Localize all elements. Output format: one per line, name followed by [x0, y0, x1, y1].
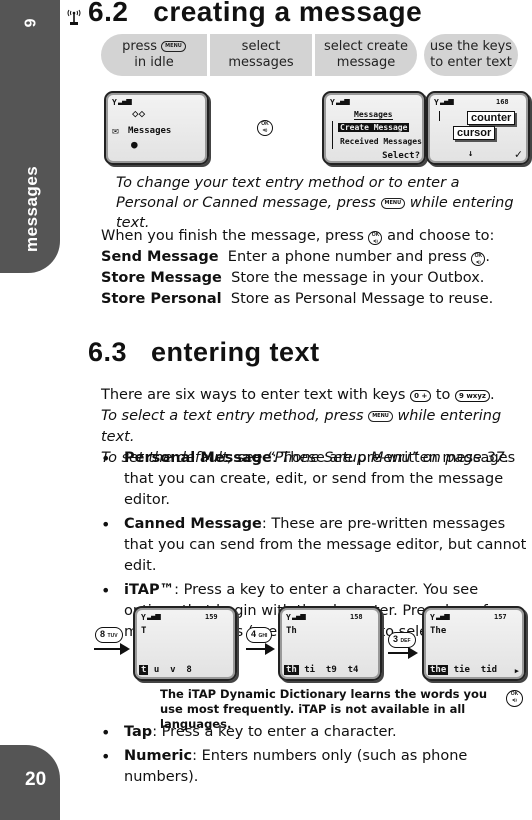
arrow-icon [246, 643, 275, 655]
option-store-message: Store Message Store the message in your … [101, 270, 485, 286]
list-item-tap: Tap: Press a key to enter a character. [101, 722, 532, 743]
phone-screen-messages-menu: Y Messages Create Message Received Messa… [322, 91, 426, 165]
arrow-icon [388, 647, 418, 659]
chapter-number: 6 [20, 18, 38, 28]
typed-text: The [430, 626, 447, 636]
section-heading-creating-message: 6.2 creating a message [88, 0, 423, 27]
phone-screen-main-menu: Y ◇◇ ✉ Messages ● [104, 91, 209, 165]
step-select-create-message: select create message [315, 34, 417, 76]
menu-key-icon: MENU [368, 411, 393, 422]
ok-key-icon: OK◂)) [471, 252, 486, 266]
creating-message-caption: To change your text entry method or to e… [116, 175, 514, 231]
menu-item-create-message: Create Message [338, 123, 410, 132]
step-text: select create [323, 39, 409, 54]
signal-icon: Y [430, 613, 450, 622]
menu-label-messages: Messages [128, 126, 172, 136]
envelope-icon: ✉ [112, 124, 119, 137]
finish-intro: When you finish the message, press OK ◂))… [101, 228, 495, 245]
callout-cursor: cursor [453, 126, 496, 140]
step-text: in idle [134, 55, 174, 70]
section-heading-entering-text: 6.3 entering text [88, 337, 320, 367]
key-8-icon: 8 TUV [95, 627, 123, 643]
phone-screen-itap-1: Y 159 T t u v 8 [133, 606, 237, 681]
page-number: 20 [25, 769, 47, 790]
step-text: use the keys [429, 39, 513, 54]
step-select-messages: select messages [210, 34, 312, 76]
key-3-icon: 3 DEF [388, 632, 416, 648]
step-enter-text: use the keys to enter text [424, 34, 518, 76]
char-counter: 158 [350, 613, 363, 621]
step-text: press [122, 39, 158, 54]
chapter-label: messages [22, 165, 41, 252]
menu-key-icon: MENU [161, 41, 186, 52]
finish-options: When you finish the message, press OK ◂))… [101, 226, 531, 310]
list-item-numeric: Numeric: Enters numbers only (such as ph… [101, 746, 532, 788]
phonebook-icon: ◇◇ [132, 107, 146, 120]
ok-key-icon: OK◂)) [257, 120, 273, 136]
phone-screen-itap-2: Y 158 Th th ti t9 t4 [278, 606, 382, 681]
menu-item-received-messages: Received Messages [340, 137, 422, 146]
scroll-line [332, 121, 333, 149]
typed-text: T [141, 626, 147, 636]
char-counter: 168 [496, 98, 509, 106]
phone-screen-itap-3: Y 157 The the tie tid ▶ [422, 606, 526, 681]
suggestions: t u v 8 [139, 665, 192, 675]
signal-icon: Y [112, 98, 132, 107]
callout-counter: counter [467, 111, 516, 125]
down-arrow-icon: ↓ [468, 149, 474, 159]
signal-icon: Y [286, 613, 306, 622]
right-arrow-icon: ▶ [514, 667, 519, 675]
signal-icon: Y [434, 98, 454, 107]
option-send-message: Send Message Enter a phone number and pr… [101, 249, 490, 266]
ok-key-icon: OK◂)) [368, 231, 383, 245]
text-cursor [439, 111, 440, 121]
step-press-menu: press MENU in idle [101, 34, 207, 76]
softkey-select: Select? [382, 151, 420, 161]
suggestions: the tie tid [428, 665, 498, 675]
step-text: to enter text [430, 55, 512, 70]
antenna-icon [67, 9, 81, 25]
typed-text: Th [286, 626, 297, 636]
checkmark-icon: ✓ [514, 147, 522, 161]
menu-title: Messages [354, 110, 393, 120]
menu-key-icon: MENU [380, 198, 406, 209]
intro-select-method: To select a text entry method, press MEN… [101, 408, 502, 445]
suggestions: th ti t9 t4 [284, 665, 359, 675]
char-counter: 159 [205, 613, 218, 621]
signal-icon: Y [330, 98, 350, 107]
ok-key: OK ◂)) [506, 684, 523, 707]
globe-icon: ● [131, 138, 138, 151]
key-9-icon: 9 wxyz [455, 390, 490, 402]
arrow-icon [94, 643, 130, 655]
key-0-icon: 0 + [410, 390, 432, 402]
intro-line: There are six ways to enter text with ke… [101, 387, 495, 403]
text-method-list-2: Tap: Press a key to enter a character. N… [101, 722, 532, 791]
step-text: select [241, 39, 281, 54]
step-flow: press MENU in idle select messages select… [101, 34, 532, 76]
list-item-personal-message: Personal Message: These are pre-written … [101, 448, 532, 511]
step-text: message [336, 55, 396, 70]
ok-key: OK ◂)) [257, 114, 273, 136]
key-4-icon: 4 GHI [246, 627, 273, 643]
option-store-personal: Store Personal Store as Personal Message… [101, 291, 494, 307]
step-text: messages [228, 55, 294, 70]
signal-icon: Y [141, 613, 161, 622]
ok-key-icon: OK◂)) [506, 690, 523, 707]
char-counter: 157 [494, 613, 507, 621]
list-item-canned-message: Canned Message: These are pre-written me… [101, 514, 532, 577]
